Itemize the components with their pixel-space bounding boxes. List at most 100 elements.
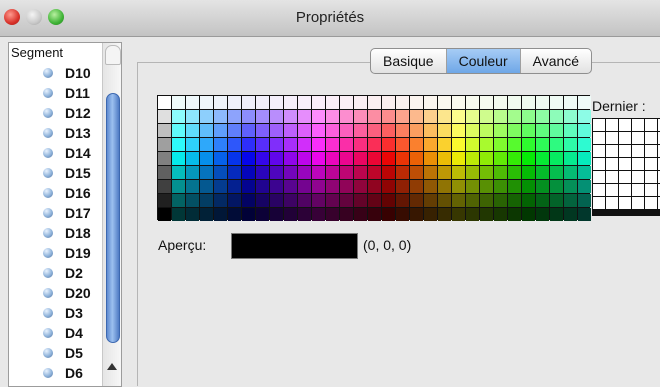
color-swatch[interactable] <box>270 152 283 165</box>
color-swatch[interactable] <box>186 152 199 165</box>
color-swatch[interactable] <box>438 110 451 123</box>
recent-color-swatch[interactable] <box>645 184 657 196</box>
color-swatch[interactable] <box>494 166 507 179</box>
color-swatch[interactable] <box>368 124 381 137</box>
color-swatch[interactable] <box>578 166 591 179</box>
recent-colors-grid[interactable] <box>592 118 660 216</box>
color-swatch[interactable] <box>340 152 353 165</box>
color-swatch[interactable] <box>312 152 325 165</box>
color-swatch[interactable] <box>508 110 521 123</box>
color-swatch[interactable] <box>494 208 507 221</box>
color-swatch[interactable] <box>410 110 423 123</box>
color-swatch[interactable] <box>564 96 577 109</box>
color-swatch[interactable] <box>172 96 185 109</box>
color-swatch[interactable] <box>186 208 199 221</box>
color-swatch[interactable] <box>438 166 451 179</box>
color-swatch[interactable] <box>368 180 381 193</box>
color-swatch[interactable] <box>466 138 479 151</box>
color-swatch[interactable] <box>200 180 213 193</box>
color-swatch[interactable] <box>270 180 283 193</box>
recent-color-swatch[interactable] <box>606 119 618 131</box>
color-swatch[interactable] <box>410 152 423 165</box>
color-swatch[interactable] <box>368 166 381 179</box>
tree-scrollbar[interactable] <box>102 43 121 386</box>
color-swatch[interactable] <box>214 96 227 109</box>
color-swatch[interactable] <box>578 96 591 109</box>
tab-couleur[interactable]: Couleur <box>446 49 521 73</box>
color-swatch[interactable] <box>200 96 213 109</box>
color-swatch[interactable] <box>466 180 479 193</box>
color-swatch[interactable] <box>270 124 283 137</box>
color-swatch[interactable] <box>494 110 507 123</box>
color-swatch[interactable] <box>242 166 255 179</box>
color-swatch[interactable] <box>298 166 311 179</box>
color-swatch[interactable] <box>410 194 423 207</box>
color-swatch[interactable] <box>438 96 451 109</box>
color-swatch[interactable] <box>256 208 269 221</box>
color-swatch[interactable] <box>340 194 353 207</box>
color-swatch[interactable] <box>508 208 521 221</box>
color-swatch[interactable] <box>536 138 549 151</box>
color-swatch[interactable] <box>452 180 465 193</box>
color-swatch[interactable] <box>522 138 535 151</box>
color-swatch[interactable] <box>550 138 563 151</box>
color-swatch[interactable] <box>214 138 227 151</box>
color-swatch[interactable] <box>396 110 409 123</box>
color-swatch[interactable] <box>158 138 171 151</box>
color-swatch[interactable] <box>354 138 367 151</box>
color-swatch[interactable] <box>298 96 311 109</box>
recent-color-swatch[interactable] <box>593 119 605 131</box>
recent-color-swatch[interactable] <box>606 132 618 144</box>
color-swatch[interactable] <box>368 138 381 151</box>
color-swatch[interactable] <box>158 96 171 109</box>
color-swatch[interactable] <box>536 166 549 179</box>
color-swatch[interactable] <box>172 208 185 221</box>
recent-color-swatch[interactable] <box>606 158 618 170</box>
color-swatch[interactable] <box>410 96 423 109</box>
color-swatch[interactable] <box>354 96 367 109</box>
color-swatch[interactable] <box>326 138 339 151</box>
color-swatch[interactable] <box>480 96 493 109</box>
color-swatch[interactable] <box>578 124 591 137</box>
color-swatch[interactable] <box>536 152 549 165</box>
color-swatch[interactable] <box>354 194 367 207</box>
color-swatch[interactable] <box>200 138 213 151</box>
color-swatch[interactable] <box>564 110 577 123</box>
color-swatch[interactable] <box>298 110 311 123</box>
color-swatch[interactable] <box>326 194 339 207</box>
color-swatch[interactable] <box>550 124 563 137</box>
color-swatch[interactable] <box>550 166 563 179</box>
color-swatch[interactable] <box>466 166 479 179</box>
recent-color-swatch[interactable] <box>606 184 618 196</box>
color-swatch[interactable] <box>536 208 549 221</box>
color-swatch[interactable] <box>298 152 311 165</box>
color-swatch[interactable] <box>578 110 591 123</box>
color-swatch[interactable] <box>494 124 507 137</box>
color-swatch[interactable] <box>396 180 409 193</box>
color-swatch[interactable] <box>480 180 493 193</box>
color-swatch[interactable] <box>424 96 437 109</box>
color-swatch-palette[interactable] <box>157 95 591 221</box>
color-swatch[interactable] <box>522 208 535 221</box>
color-swatch[interactable] <box>508 138 521 151</box>
color-swatch[interactable] <box>354 208 367 221</box>
recent-color-swatch[interactable] <box>593 145 605 157</box>
color-swatch[interactable] <box>340 110 353 123</box>
color-swatch[interactable] <box>228 110 241 123</box>
tab-avance[interactable]: Avancé <box>521 49 591 73</box>
color-swatch[interactable] <box>578 208 591 221</box>
color-swatch[interactable] <box>340 96 353 109</box>
color-swatch[interactable] <box>326 180 339 193</box>
color-swatch[interactable] <box>438 180 451 193</box>
color-swatch[interactable] <box>228 194 241 207</box>
color-swatch[interactable] <box>312 166 325 179</box>
scrollbar-thumb[interactable] <box>106 93 120 343</box>
tab-basique[interactable]: Basique <box>371 49 447 73</box>
color-swatch[interactable] <box>298 124 311 137</box>
recent-color-swatch[interactable] <box>593 158 605 170</box>
color-swatch[interactable] <box>186 166 199 179</box>
color-swatch[interactable] <box>424 152 437 165</box>
color-swatch[interactable] <box>466 208 479 221</box>
recent-color-swatch[interactable] <box>619 171 631 183</box>
color-swatch[interactable] <box>396 138 409 151</box>
